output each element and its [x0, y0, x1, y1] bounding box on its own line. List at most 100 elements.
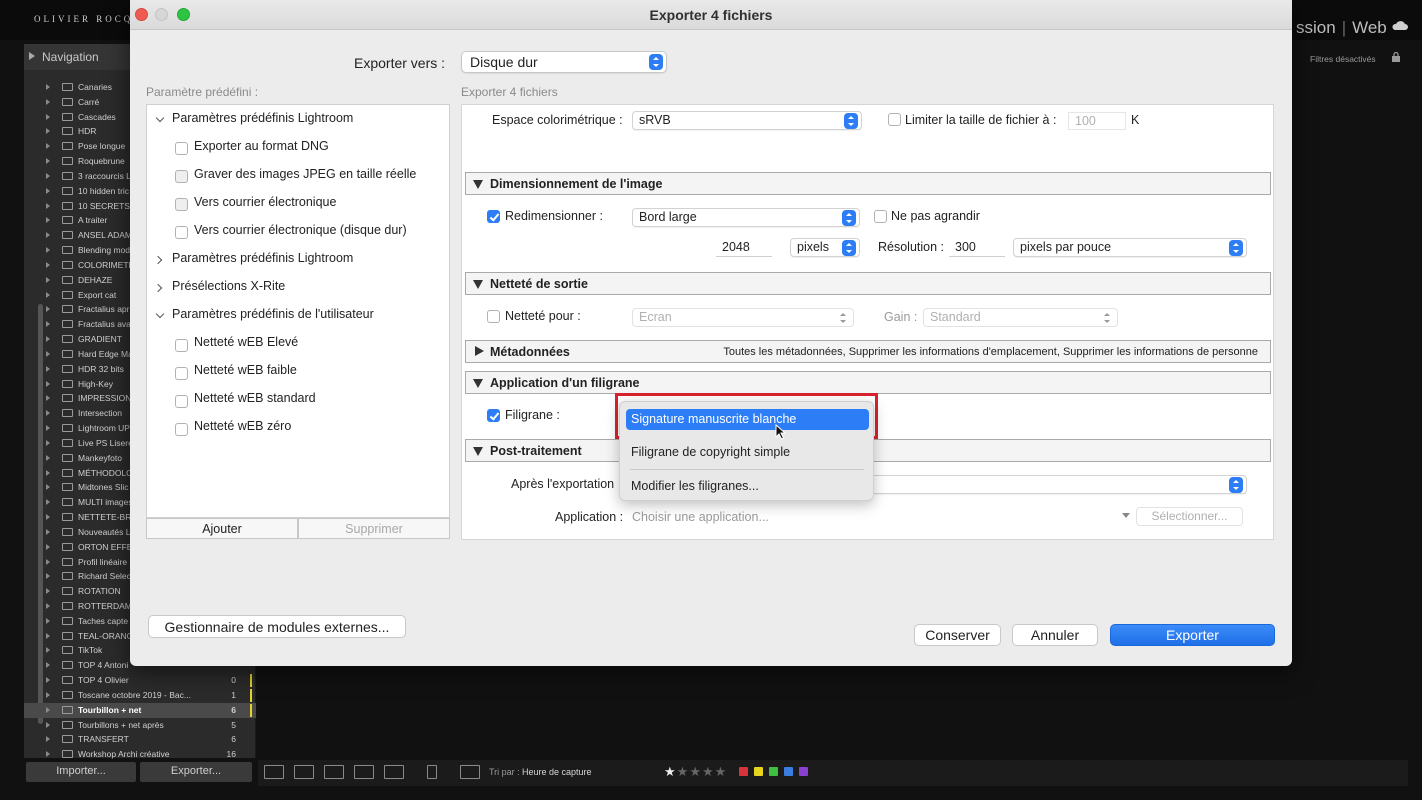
- section-watermark[interactable]: Application d'un filigrane: [465, 371, 1271, 394]
- edit-watermarks-option[interactable]: Modifier les filigranes...: [626, 476, 869, 497]
- disclosure-triangle-icon[interactable]: [46, 514, 50, 521]
- preset-checkbox[interactable]: [175, 226, 188, 239]
- export-to-select[interactable]: Disque dur: [461, 51, 667, 73]
- resize-checkbox[interactable]: [487, 210, 500, 223]
- limit-size-checkbox[interactable]: [888, 113, 901, 126]
- disclosure-triangle-icon[interactable]: [46, 217, 50, 224]
- disclosure-triangle-icon[interactable]: [46, 247, 50, 254]
- collection-row[interactable]: TOP 4 Olivier 0: [24, 673, 256, 688]
- disclosure-triangle-icon[interactable]: [46, 602, 50, 609]
- no-enlarge-checkbox[interactable]: [874, 210, 887, 223]
- disclosure-triangle-icon[interactable]: [46, 336, 50, 343]
- sort-direction-icon[interactable]: [460, 765, 480, 779]
- module-slideshow[interactable]: ssion: [1296, 18, 1336, 37]
- disclosure-triangle-icon[interactable]: [46, 321, 50, 328]
- remove-preset-button[interactable]: Supprimer: [298, 518, 450, 539]
- resolution-input[interactable]: 300: [949, 239, 1005, 257]
- disclosure-triangle-icon[interactable]: [46, 484, 50, 491]
- color-label-red[interactable]: [739, 767, 748, 776]
- disclosure-triangle-icon[interactable]: [46, 365, 50, 372]
- disclosure-triangle-icon[interactable]: [46, 706, 50, 713]
- disclosure-triangle-icon[interactable]: [46, 172, 50, 179]
- disclosure-triangle-icon[interactable]: [46, 617, 50, 624]
- star-icon[interactable]: ★: [664, 764, 677, 779]
- preset-checkbox[interactable]: [175, 339, 188, 352]
- color-label-purple[interactable]: [799, 767, 808, 776]
- preset-checkbox[interactable]: [175, 198, 188, 211]
- disclosure-triangle-icon[interactable]: [46, 261, 50, 268]
- disclosure-triangle-icon[interactable]: [46, 395, 50, 402]
- disclosure-triangle-icon[interactable]: [46, 232, 50, 239]
- collection-row[interactable]: Toscane octobre 2019 - Bac... 1: [24, 688, 256, 703]
- disclosure-triangle-icon[interactable]: [46, 425, 50, 432]
- disclosure-triangle-icon[interactable]: [46, 410, 50, 417]
- disclosure-triangle-icon[interactable]: [46, 543, 50, 550]
- spray-can-icon[interactable]: [427, 765, 437, 779]
- watermark-option-copyright[interactable]: Filigrane de copyright simple: [626, 442, 869, 463]
- rating-stars[interactable]: ★★★★★: [664, 764, 727, 780]
- plugin-manager-button[interactable]: Gestionnaire de modules externes...: [148, 615, 406, 638]
- color-label-yellow[interactable]: [754, 767, 763, 776]
- cancel-button[interactable]: Annuler: [1012, 624, 1098, 646]
- disclosure-triangle-icon[interactable]: [46, 187, 50, 194]
- module-web[interactable]: Web: [1352, 18, 1387, 37]
- resize-mode-select[interactable]: Bord large: [632, 208, 860, 227]
- star-icon[interactable]: ★: [715, 764, 728, 779]
- disclosure-triangle-icon[interactable]: [46, 721, 50, 728]
- disclosure-triangle-icon[interactable]: [46, 128, 50, 135]
- preset-checkbox[interactable]: [175, 423, 188, 436]
- size-input[interactable]: 2048: [716, 239, 772, 257]
- size-unit-select[interactable]: pixels: [790, 238, 860, 257]
- people-view-icon[interactable]: [384, 765, 404, 779]
- after-export-select[interactable]: [867, 475, 1247, 494]
- sharpen-checkbox[interactable]: [487, 310, 500, 323]
- keep-button[interactable]: Conserver: [914, 624, 1001, 646]
- disclosure-triangle-icon[interactable]: [46, 588, 50, 595]
- disclosure-triangle-icon[interactable]: [46, 632, 50, 639]
- disclosure-triangle-icon[interactable]: [46, 499, 50, 506]
- watermark-checkbox[interactable]: [487, 409, 500, 422]
- disclosure-triangle-icon[interactable]: [46, 439, 50, 446]
- import-button[interactable]: Importer...: [26, 762, 136, 782]
- disclosure-triangle-icon[interactable]: [46, 558, 50, 565]
- collection-row[interactable]: Tourbillons + net après 5: [24, 718, 256, 733]
- sharpen-for-select[interactable]: Ecran: [632, 308, 854, 327]
- export-button[interactable]: Exporter...: [140, 762, 252, 782]
- grid-view-icon[interactable]: [264, 765, 284, 779]
- disclosure-triangle-icon[interactable]: [46, 380, 50, 387]
- preset-checkbox[interactable]: [175, 367, 188, 380]
- disclosure-triangle-icon[interactable]: [46, 276, 50, 283]
- disclosure-triangle-icon[interactable]: [46, 469, 50, 476]
- disclosure-triangle-icon[interactable]: [46, 691, 50, 698]
- disclosure-triangle-icon[interactable]: [46, 291, 50, 298]
- star-icon[interactable]: ★: [702, 764, 715, 779]
- disclosure-triangle-icon[interactable]: [46, 98, 50, 105]
- preset-checkbox[interactable]: [175, 170, 188, 183]
- export-submit-button[interactable]: Exporter: [1110, 624, 1275, 646]
- color-label-green[interactable]: [769, 767, 778, 776]
- collection-row[interactable]: Workshop Archi créative 16: [24, 747, 256, 762]
- section-metadata[interactable]: Métadonnées Toutes les métadonnées, Suppr…: [465, 340, 1271, 363]
- disclosure-triangle-icon[interactable]: [46, 454, 50, 461]
- cloud-icon[interactable]: [1392, 20, 1408, 30]
- disclosure-triangle-icon[interactable]: [46, 143, 50, 150]
- compare-view-icon[interactable]: [324, 765, 344, 779]
- sort-select[interactable]: Heure de capture: [522, 767, 592, 777]
- disclosure-triangle-icon[interactable]: [46, 662, 50, 669]
- gain-select[interactable]: Standard: [923, 308, 1118, 327]
- colorspace-select[interactable]: sRVB: [632, 111, 862, 130]
- disclosure-triangle-icon[interactable]: [46, 528, 50, 535]
- disclosure-triangle-icon[interactable]: [46, 84, 50, 90]
- preset-checkbox[interactable]: [175, 395, 188, 408]
- disclosure-triangle-icon[interactable]: [46, 202, 50, 209]
- lock-icon[interactable]: [1392, 52, 1400, 62]
- star-icon[interactable]: ★: [677, 764, 690, 779]
- application-input[interactable]: Choisir une application...: [632, 510, 769, 524]
- disclosure-triangle-icon[interactable]: [46, 751, 50, 758]
- disclosure-triangle-icon[interactable]: [46, 647, 50, 654]
- watermark-option-signature[interactable]: Signature manuscrite blanche: [626, 409, 869, 430]
- limit-size-input[interactable]: 100: [1068, 112, 1126, 130]
- dropdown-arrow-icon[interactable]: [1122, 513, 1130, 518]
- loupe-view-icon[interactable]: [294, 765, 314, 779]
- resolution-unit-select[interactable]: pixels par pouce: [1013, 238, 1247, 257]
